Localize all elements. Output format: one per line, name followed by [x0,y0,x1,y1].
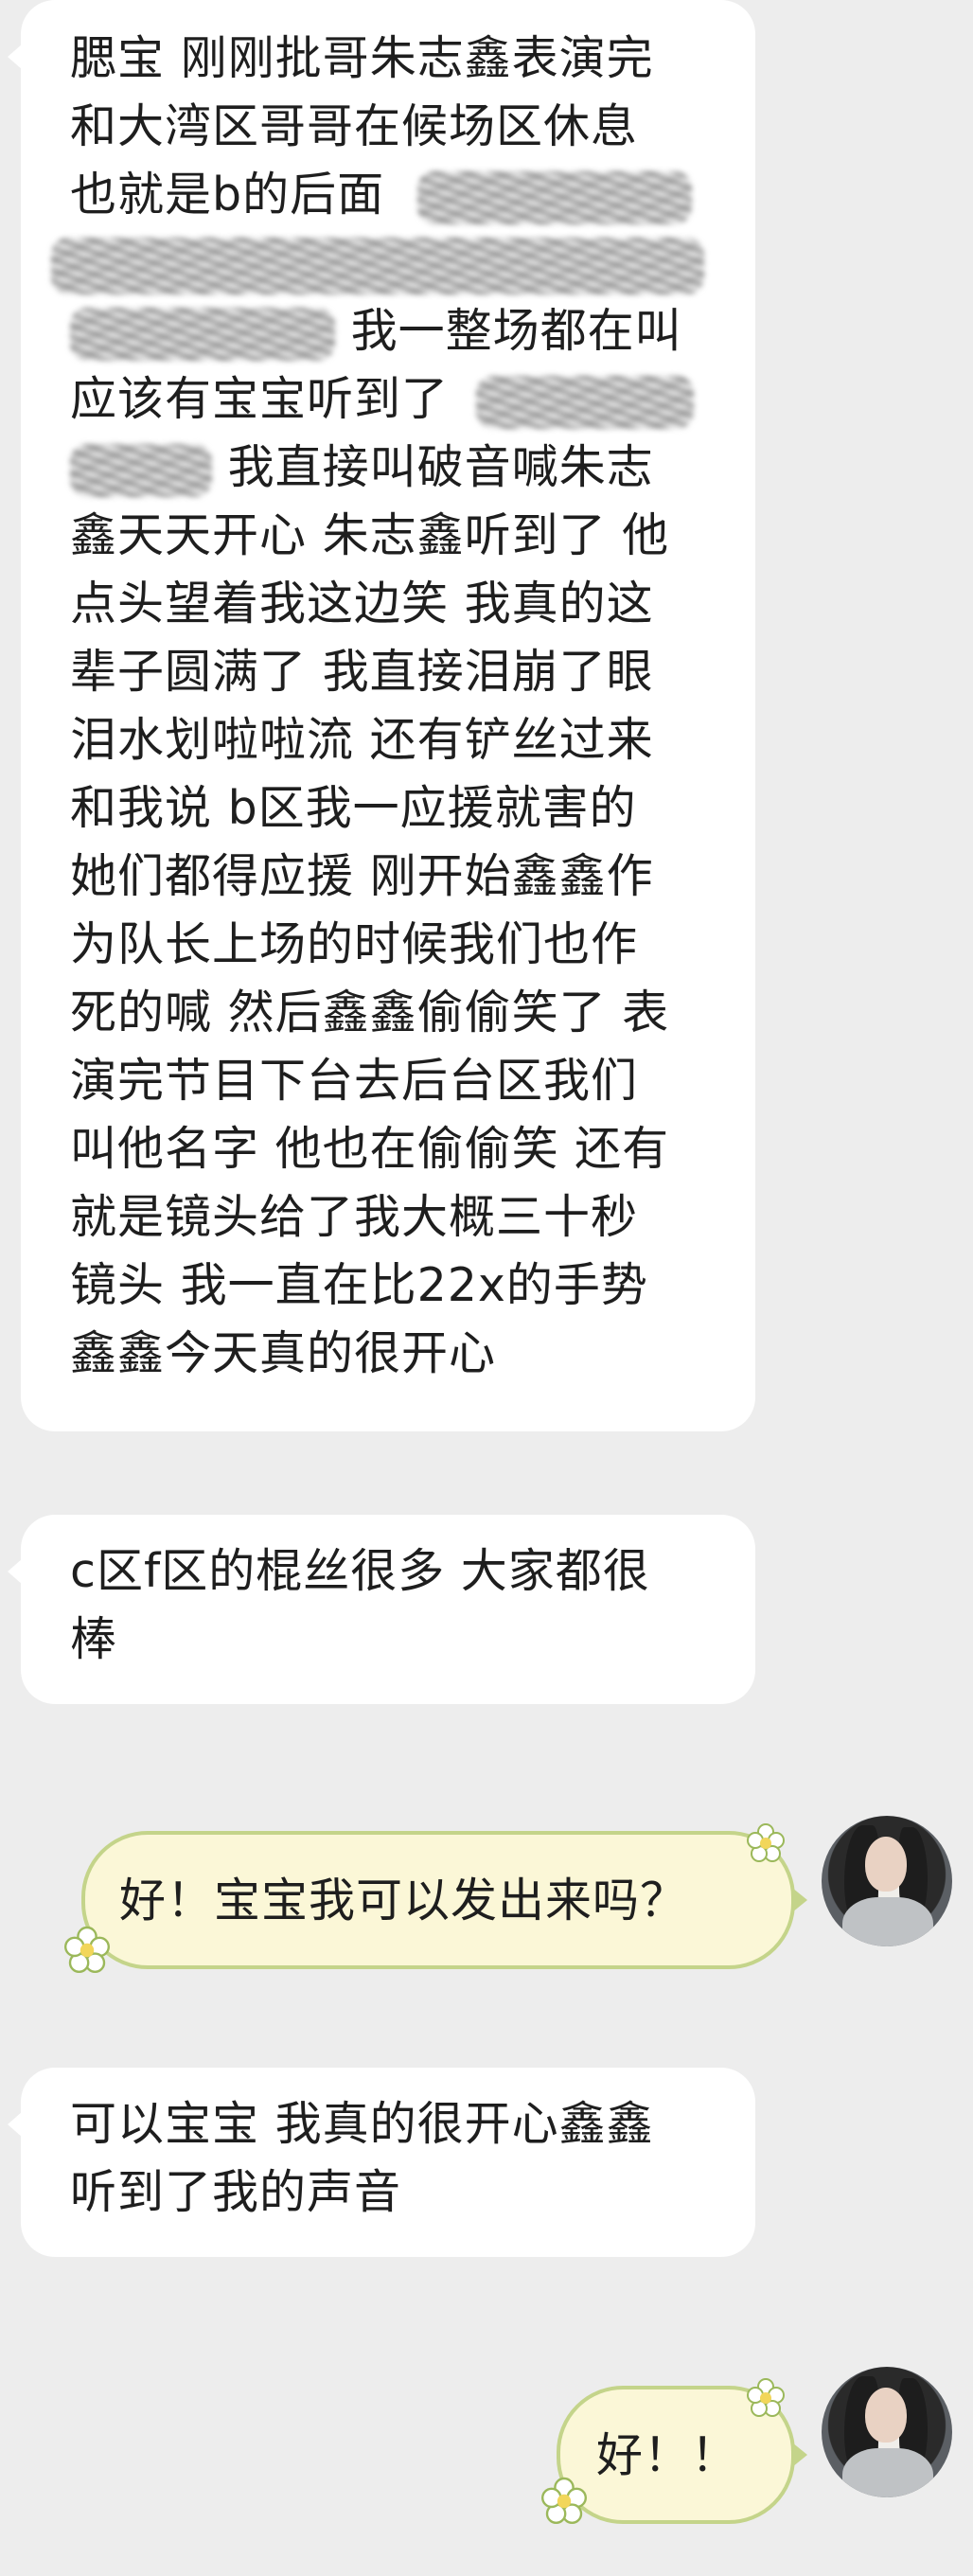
message-line: 点头望着我这边笑 我真的这 [70,577,654,631]
message-line: 为队长上场的时候我们也作 [70,917,639,971]
message-bubble-incoming[interactable]: 可以宝宝 我真的很开心鑫鑫 听到了我的声音 [8,2068,755,2257]
message-bubble-outgoing[interactable]: 好！宝宝我可以发出来吗？ [81,1831,807,1969]
message-line: 和大湾区哥哥在候场区休息 [70,99,639,153]
message-bubble-incoming[interactable]: c区f区的棍丝很多 大家都很 棒 [8,1515,755,1704]
redaction-mosaic [70,443,212,497]
flower-icon [747,2378,785,2417]
message-line: 镜头 我一直在比22x的手势 [70,1258,648,1312]
redaction-mosaic [51,237,704,294]
message-line: c区f区的棍丝很多 大家都很 [70,1544,650,1598]
avatar[interactable] [822,1816,952,1946]
message-line: 泪水划啦啦流 还有铲丝过来 [70,713,654,767]
flower-icon [541,2477,587,2524]
message-line: 我一整场都在叫 [70,297,717,365]
message-line: 她们都得应援 刚开始鑫鑫作 [70,849,654,903]
flower-icon [747,1823,785,1862]
message-line: 辈子圆满了 我直接泪崩了眼 [70,645,654,699]
message-line: 鑫天天开心 朱志鑫听到了 他 [70,508,670,562]
message-line: 叫他名字 他也在偷偷笑 还有 [70,1122,670,1176]
message-line: 就是镜头给了我大概三十秒 [70,1190,639,1244]
message-line: 我直接叫破音喊朱志 [70,434,717,502]
message-text: 我一整场都在叫 [350,304,682,358]
message-line: 棒 [70,1612,118,1666]
message-line: 腮宝 刚刚批哥朱志鑫表演完 [70,31,654,85]
message-text: 应该有宝宝听到了 [70,372,450,426]
avatar-coat [842,1897,933,1946]
avatar-face [865,1837,907,1892]
message-text: 也就是b的后面 [70,168,385,222]
redaction-mosaic [416,170,692,224]
message-line: 演完节目下台去后台区我们 [70,1054,639,1108]
message-bubble-incoming[interactable]: 腮宝 刚刚批哥朱志鑫表演完 和大湾区哥哥在候场区休息 也就是b的后面 我一整场都… [8,0,755,1431]
avatar[interactable] [822,2367,952,2497]
message-line: 听到了我的声音 [70,2165,402,2219]
redaction-mosaic [475,375,694,429]
message-line: 和我说 b区我一应援就害的 [70,781,637,835]
message-line: 鑫鑫今天真的很开心 [70,1326,497,1380]
avatar-coat [842,2448,933,2497]
message-line: 好！宝宝我可以发出来吗？ [119,1874,688,1928]
redaction-mosaic [70,307,335,361]
message-line: 可以宝宝 我真的很开心鑫鑫 [70,2097,654,2151]
message-line [51,229,717,297]
avatar-face [865,2388,907,2443]
message-line: 应该有宝宝听到了 [70,365,717,434]
message-line: 死的喊 然后鑫鑫偷偷笑了 表 [70,986,670,1039]
message-line: 也就是b的后面 [70,161,717,229]
message-text: 我直接叫破音喊朱志 [227,440,654,494]
message-line: 好！！ [596,2428,739,2482]
flower-icon [64,1926,110,1973]
